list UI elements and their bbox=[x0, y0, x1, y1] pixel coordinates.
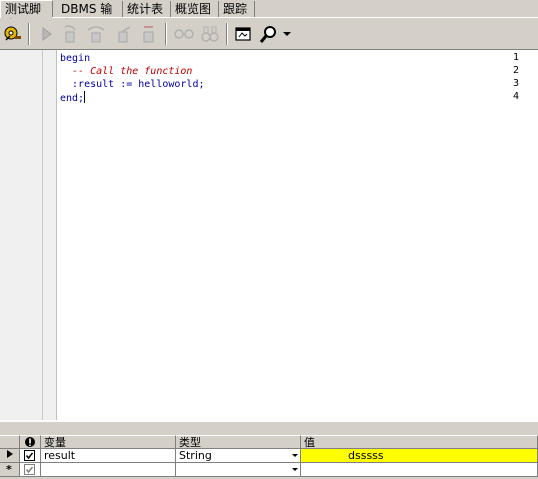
tab-overview[interactable]: 概览图 bbox=[171, 1, 219, 18]
code-comment-line: -- Call the function bbox=[60, 66, 193, 77]
current-row-arrow-icon bbox=[0, 449, 20, 463]
variables-panel: 变量 类型 值 result String dsssss * bbox=[0, 420, 538, 479]
debug-toolbar bbox=[0, 19, 538, 49]
code-keyword-end: end; bbox=[60, 93, 85, 104]
row-selector-header bbox=[0, 435, 20, 449]
type-dropdown-arrow-icon[interactable] bbox=[292, 468, 298, 471]
line-number: 3 bbox=[512, 78, 519, 89]
checkbox-checked-icon bbox=[24, 464, 35, 475]
break-icon[interactable] bbox=[138, 23, 160, 45]
line-number: 4 bbox=[512, 91, 519, 102]
row-checkbox[interactable] bbox=[20, 463, 41, 477]
tab-trace[interactable]: 跟踪 bbox=[219, 1, 255, 18]
column-header-type[interactable]: 类型 bbox=[176, 435, 301, 449]
glasses-icon[interactable] bbox=[173, 23, 195, 45]
tab-bar: 测试脚本 DBMS 输出 统计表 概览图 跟踪 bbox=[0, 0, 538, 32]
new-row-marker: * bbox=[0, 463, 20, 477]
tab-dbms-output[interactable]: DBMS 输出 bbox=[57, 1, 123, 32]
gutter-divider bbox=[42, 50, 43, 420]
grid-header-row: 变量 类型 值 bbox=[0, 435, 538, 449]
debug-key-icon[interactable] bbox=[2, 23, 24, 45]
code-line: :result := helloworld; bbox=[60, 79, 205, 90]
code-line-end: end; bbox=[60, 91, 86, 105]
tab-underline bbox=[52, 17, 538, 18]
magnifier-icon[interactable] bbox=[258, 23, 280, 45]
variable-name-cell[interactable] bbox=[41, 463, 176, 477]
run-icon[interactable] bbox=[36, 23, 58, 45]
window-icon[interactable] bbox=[232, 23, 254, 45]
code-line: begin bbox=[60, 53, 91, 64]
script-editor[interactable]: 1 2 3 4 begin -- Call the function :resu… bbox=[0, 49, 538, 420]
variable-type-text: String bbox=[179, 449, 212, 462]
step-out-icon[interactable] bbox=[114, 23, 136, 45]
variable-name-cell[interactable]: result bbox=[41, 449, 176, 463]
variable-type-cell[interactable]: String bbox=[176, 449, 301, 463]
checkbox-checked-icon bbox=[24, 450, 35, 461]
column-header-variable[interactable]: 变量 bbox=[41, 435, 176, 449]
exclamation-icon bbox=[20, 435, 41, 449]
line-number: 2 bbox=[512, 65, 519, 76]
dropdown-arrow-icon[interactable] bbox=[280, 23, 294, 45]
binoculars-icon[interactable] bbox=[199, 23, 221, 45]
tab-statistics[interactable]: 统计表 bbox=[123, 1, 171, 18]
line-number: 1 bbox=[512, 52, 519, 63]
text-caret bbox=[84, 91, 86, 103]
type-dropdown-arrow-icon[interactable] bbox=[292, 454, 298, 457]
step-over-icon[interactable] bbox=[86, 23, 108, 45]
line-number-gutter bbox=[0, 50, 57, 420]
column-header-value[interactable]: 值 bbox=[301, 435, 538, 449]
table-row-new[interactable]: * bbox=[0, 463, 538, 477]
row-checkbox[interactable] bbox=[20, 449, 41, 463]
variable-value-cell[interactable] bbox=[301, 463, 538, 477]
step-into-icon[interactable] bbox=[60, 23, 82, 45]
table-row[interactable]: result String dsssss bbox=[0, 449, 538, 463]
variable-value-cell[interactable]: dsssss bbox=[301, 449, 538, 463]
tab-test-script[interactable]: 测试脚本 bbox=[0, 0, 53, 32]
variable-type-cell[interactable] bbox=[176, 463, 301, 477]
